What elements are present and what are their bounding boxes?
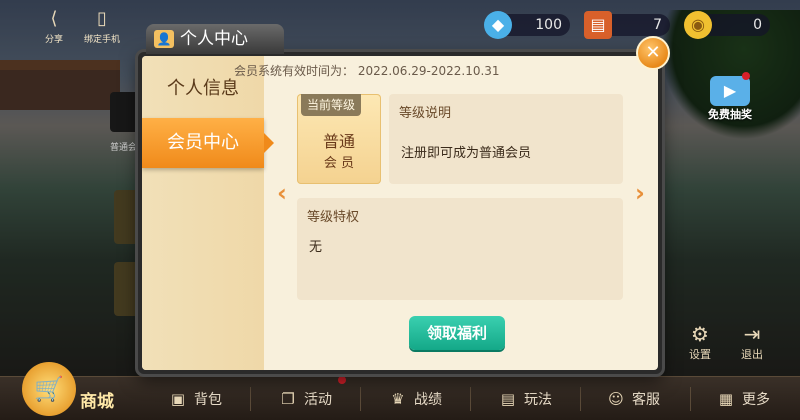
claim-benefits-button[interactable]: 领取福利: [409, 316, 505, 350]
ticket-value: 7: [653, 17, 662, 33]
support-tab[interactable]: ☺ 客服: [606, 377, 660, 420]
gear-icon: ⚙: [691, 322, 709, 346]
divider: [690, 387, 691, 411]
free-draw-button[interactable]: ▶ 免费抽奖: [702, 76, 758, 122]
modal-title: 个人中心: [180, 29, 248, 49]
coin-icon: ◉: [684, 11, 712, 39]
bind-phone-label: 绑定手机: [83, 35, 120, 45]
grid-icon: ▦: [718, 390, 734, 408]
tab-member-center[interactable]: 会员中心: [142, 118, 274, 168]
next-level-arrow[interactable]: ›: [632, 180, 648, 206]
rules-label: 玩法: [524, 392, 552, 408]
bind-phone-button[interactable]: ▯ 绑定手机: [80, 8, 124, 45]
divider: [360, 387, 361, 411]
share-button[interactable]: ⟨ 分享: [36, 8, 72, 45]
membership-validity: 会员系统有效时间为： 2022.06.29-2022.10.31: [234, 64, 500, 78]
more-tab[interactable]: ▦ 更多: [716, 377, 770, 420]
exit-button[interactable]: ⇥ 退出: [732, 322, 772, 362]
settings-button[interactable]: ⚙ 设置: [680, 322, 720, 362]
rules-tab[interactable]: ▤ 玩法: [498, 377, 552, 420]
activity-tab[interactable]: ❐ 活动: [278, 377, 332, 420]
background-house: [0, 60, 120, 110]
more-label: 更多: [742, 392, 770, 408]
level-description-panel: 等级说明 注册即可成为普通会员: [389, 94, 623, 184]
exit-label: 退出: [741, 348, 763, 361]
backpack-icon: ▣: [170, 390, 186, 408]
shop-label: 商城: [80, 392, 114, 412]
records-tab[interactable]: ♛ 战绩: [388, 377, 442, 420]
free-draw-label: 免费抽奖: [708, 108, 752, 121]
level-sub: 会 员: [323, 156, 355, 171]
document-icon: ▤: [500, 390, 516, 408]
backpack-label: 背包: [194, 392, 222, 408]
play-icon: ▶: [710, 76, 750, 106]
cart-icon: 🛒: [22, 362, 76, 416]
support-label: 客服: [632, 392, 660, 408]
ticket-counter[interactable]: ▤ 7: [584, 11, 670, 39]
tab-column: 个人信息 会员中心: [142, 56, 274, 370]
level-privileges-body: 无: [309, 240, 323, 255]
gift-icon: ❐: [281, 390, 295, 408]
divider: [580, 387, 581, 411]
divider: [250, 387, 251, 411]
backpack-tab[interactable]: ▣ 背包: [168, 377, 222, 420]
bottom-bar: ▣ 背包 ❐ 活动 ♛ 战绩 ▤ 玩法 ☺ 客服 ▦ 更多: [0, 376, 800, 420]
divider: [470, 387, 471, 411]
current-level-tag: 当前等级: [301, 94, 362, 116]
share-icon: ⟨: [50, 8, 58, 29]
level-description-body: 注册即可成为普通会员: [401, 146, 532, 161]
diamond-value: 100: [535, 17, 562, 33]
current-level-card: 当前等级 普通 会 员: [297, 94, 381, 184]
notification-dot: [742, 72, 750, 80]
diamond-counter[interactable]: ◆ 100: [484, 11, 570, 39]
level-description-header: 等级说明: [399, 106, 452, 121]
support-icon: ☺: [608, 390, 624, 408]
member-avatar-label: 普通会: [110, 143, 138, 153]
level-name: 普通: [322, 132, 355, 151]
level-privileges-header: 等级特权: [307, 210, 360, 225]
close-button[interactable]: ✕: [636, 36, 670, 70]
modal-title-tab: 👤 个人中心: [146, 24, 284, 54]
exit-icon: ⇥: [743, 322, 761, 346]
settings-label: 设置: [689, 348, 711, 361]
level-privileges-panel: 等级特权 无: [297, 198, 623, 300]
top-bar: ⟨ 分享 ▯ 绑定手机 ◆ 100 ▤ 7 ◉ 0: [0, 0, 800, 50]
gold-value: 0: [753, 17, 762, 33]
activity-label: 活动: [304, 392, 332, 408]
phone-icon: ▯: [97, 8, 107, 29]
diamond-icon: ◆: [484, 11, 512, 39]
previous-level-arrow[interactable]: ‹: [274, 180, 290, 206]
gold-counter[interactable]: ◉ 0: [684, 11, 770, 39]
records-label: 战绩: [414, 392, 442, 408]
user-icon: 👤: [154, 30, 174, 48]
share-label: 分享: [44, 35, 63, 45]
trophy-icon: ♛: [391, 390, 405, 408]
ticket-icon: ▤: [584, 11, 612, 39]
activity-notification-dot: [338, 376, 346, 384]
